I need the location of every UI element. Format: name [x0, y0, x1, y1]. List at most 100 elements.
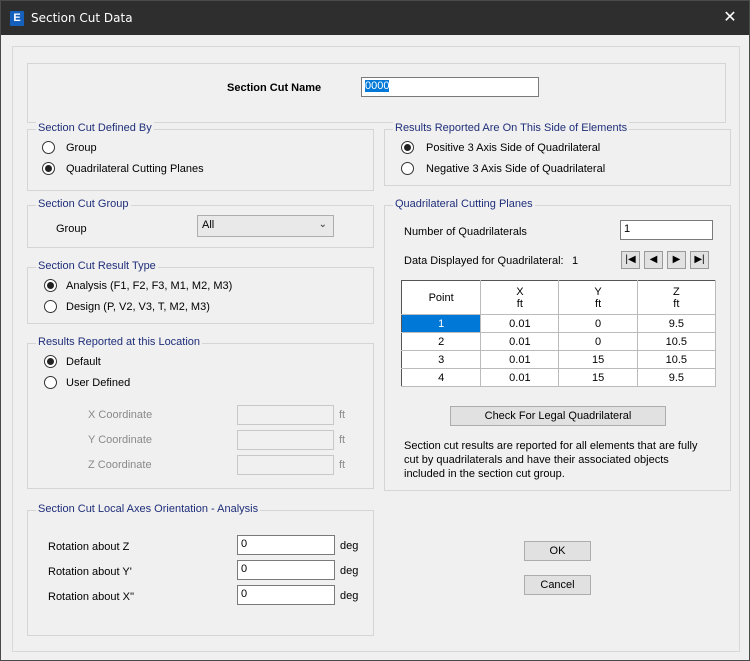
table-cell-point[interactable]: 1: [401, 314, 482, 333]
z-coordinate-input[interactable]: [237, 455, 334, 475]
location-group: Results Reported at this Location Defaul…: [27, 336, 374, 489]
table-cell-z[interactable]: 10.5: [637, 332, 717, 351]
table-cell-z[interactable]: 9.5: [637, 314, 717, 333]
check-legal-quadrilateral-button[interactable]: Check For Legal Quadrilateral: [450, 406, 666, 426]
cancel-button[interactable]: Cancel: [524, 575, 591, 595]
x-coordinate-unit: ft: [339, 409, 346, 421]
radio-group-label: Group: [66, 142, 97, 154]
section-cut-group-legend: Section Cut Group: [36, 198, 131, 210]
first-record-icon[interactable]: |◀: [621, 251, 640, 269]
table-cell-x[interactable]: 0.01: [480, 314, 560, 333]
table-cell-y[interactable]: 15: [558, 368, 638, 387]
radio-default-location[interactable]: [44, 355, 57, 368]
rotation-x-input[interactable]: 0: [237, 585, 335, 605]
column-header-z: Zft: [637, 280, 717, 315]
location-legend: Results Reported at this Location: [36, 336, 203, 348]
table-cell-x[interactable]: 0.01: [480, 368, 560, 387]
defined-by-legend: Section Cut Defined By: [36, 122, 154, 134]
title-bar[interactable]: E Section Cut Data ✕: [1, 1, 749, 35]
side-legend: Results Reported Are On This Side of Ele…: [393, 122, 630, 134]
y-coordinate-label: Y Coordinate: [88, 434, 153, 446]
previous-record-icon[interactable]: ◀: [644, 251, 663, 269]
table-cell-point[interactable]: 3: [401, 350, 482, 369]
table-cell-z[interactable]: 10.5: [637, 350, 717, 369]
radio-analysis[interactable]: [44, 279, 57, 292]
data-displayed-label: Data Displayed for Quadrilateral:: [404, 255, 564, 267]
rotation-z-unit: deg: [340, 540, 359, 552]
app-icon: E: [10, 11, 24, 26]
table-cell-y[interactable]: 15: [558, 350, 638, 369]
section-cut-name-value: 0000: [365, 80, 390, 92]
table-header-row: Point Xft Yft Zft: [401, 280, 717, 315]
radio-group[interactable]: [42, 141, 55, 154]
rotation-z-label: Rotation about Z: [48, 541, 130, 553]
table-cell-point[interactable]: 4: [401, 368, 482, 387]
result-type-legend: Section Cut Result Type: [36, 260, 158, 272]
z-coordinate-unit: ft: [339, 459, 346, 471]
rotation-x-unit: deg: [340, 590, 359, 602]
next-record-icon[interactable]: ▶: [667, 251, 686, 269]
chevron-down-icon: ⌄: [318, 219, 327, 230]
table-row[interactable]: 1 0.01 0 9.5: [401, 314, 717, 333]
group-select[interactable]: All ⌄: [197, 215, 334, 237]
quadrilateral-note: Section cut results are reported for all…: [404, 440, 698, 480]
last-record-icon[interactable]: ▶|: [690, 251, 709, 269]
table-cell-y[interactable]: 0: [558, 314, 638, 333]
rotation-x-value: 0: [241, 588, 248, 600]
rotation-z-input[interactable]: 0: [237, 535, 335, 555]
result-type-group: Section Cut Result Type Analysis (F1, F2…: [27, 260, 374, 324]
table-cell-point[interactable]: 2: [401, 332, 482, 351]
radio-quadrilateral-planes[interactable]: [42, 162, 55, 175]
section-cut-name-input[interactable]: 0000: [361, 77, 539, 97]
num-quadrilaterals-input[interactable]: 1: [620, 220, 713, 240]
column-header-point: Point: [401, 280, 482, 315]
section-cut-name-label: Section Cut Name: [227, 82, 322, 94]
radio-design-label: Design (P, V2, V3, T, M2, M3): [66, 301, 210, 313]
rotation-y-input[interactable]: 0: [237, 560, 335, 580]
table-cell-z[interactable]: 9.5: [637, 368, 717, 387]
radio-design[interactable]: [44, 300, 57, 313]
rotation-y-value: 0: [241, 563, 248, 575]
table-cell-x[interactable]: 0.01: [480, 350, 560, 369]
table-cell-y[interactable]: 0: [558, 332, 638, 351]
radio-user-defined-location-label: User Defined: [66, 377, 131, 389]
radio-positive-side-label: Positive 3 Axis Side of Quadrilateral: [426, 142, 601, 154]
radio-positive-side[interactable]: [401, 141, 414, 154]
close-icon[interactable]: ✕: [717, 7, 743, 29]
data-displayed-value: 1: [572, 255, 579, 267]
table-row[interactable]: 2 0.01 0 10.5: [401, 332, 717, 351]
x-coordinate-label: X Coordinate: [88, 409, 153, 421]
name-panel: Section Cut Name 0000: [27, 63, 726, 123]
window-title: Section Cut Data: [31, 11, 133, 25]
group-label: Group: [56, 223, 87, 235]
num-quadrilaterals-value: 1: [624, 223, 631, 235]
table-cell-x[interactable]: 0.01: [480, 332, 560, 351]
column-header-x: Xft: [480, 280, 560, 315]
group-select-value: All: [202, 219, 215, 231]
y-coordinate-input[interactable]: [237, 430, 334, 450]
rotation-z-value: 0: [241, 538, 248, 550]
y-coordinate-unit: ft: [339, 434, 346, 446]
radio-user-defined-location[interactable]: [44, 376, 57, 389]
section-cut-dialog: E Section Cut Data ✕ Section Cut Name 00…: [0, 0, 750, 661]
num-quadrilaterals-label: Number of Quadrilaterals: [404, 226, 527, 238]
ok-button[interactable]: OK: [524, 541, 591, 561]
quadrilateral-legend: Quadrilateral Cutting Planes: [393, 198, 535, 210]
rotation-y-unit: deg: [340, 565, 359, 577]
defined-by-group: Section Cut Defined By Group Quadrilater…: [27, 122, 374, 191]
radio-default-location-label: Default: [66, 356, 101, 368]
z-coordinate-label: Z Coordinate: [88, 459, 152, 471]
section-cut-group-box: Section Cut Group Group All ⌄: [27, 198, 374, 248]
table-row[interactable]: 4 0.01 15 9.5: [401, 368, 717, 387]
radio-negative-side-label: Negative 3 Axis Side of Quadrilateral: [426, 163, 606, 175]
side-group: Results Reported Are On This Side of Ele…: [384, 122, 731, 186]
dialog-body: Section Cut Name 0000 Section Cut Define…: [12, 46, 740, 652]
x-coordinate-input[interactable]: [237, 405, 334, 425]
rotation-x-label: Rotation about X'': [48, 591, 135, 603]
quadrilateral-group: Quadrilateral Cutting Planes Number of Q…: [384, 198, 731, 491]
rotation-y-label: Rotation about Y': [48, 566, 132, 578]
quadrilateral-points-table: Point Xft Yft Zft 1 0.01 0 9.5 2 0.01 0 …: [401, 280, 717, 387]
table-row[interactable]: 3 0.01 15 10.5: [401, 350, 717, 369]
radio-quadrilateral-planes-label: Quadrilateral Cutting Planes: [66, 163, 204, 175]
radio-negative-side[interactable]: [401, 162, 414, 175]
